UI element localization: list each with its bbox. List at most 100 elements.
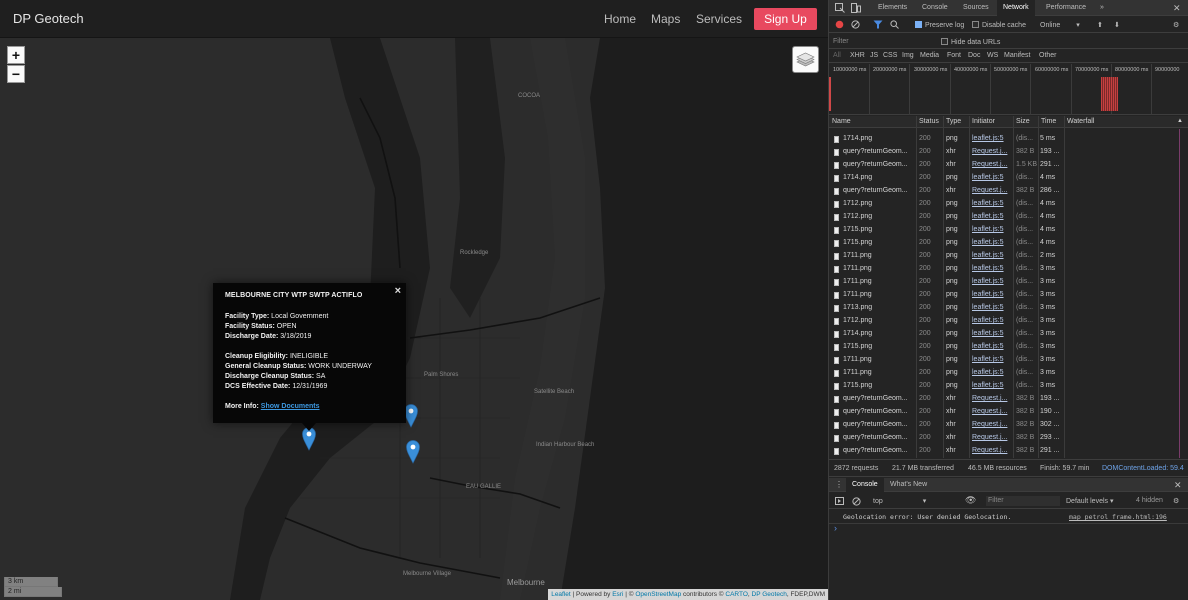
- request-row[interactable]: query?returnGeom... 200 xhr Request.j... 382…: [829, 393, 1188, 406]
- attribution-dpgeotech-link[interactable]: DP Geotech: [752, 591, 787, 598]
- device-toggle-icon[interactable]: [851, 3, 861, 13]
- request-initiator-link[interactable]: leaflet.js:5: [972, 252, 1004, 259]
- column-waterfall[interactable]: Waterfall: [1067, 118, 1094, 125]
- request-row[interactable]: 1715.png 200 png leaflet.js:5 (dis... 4 ms: [829, 237, 1188, 250]
- signup-button[interactable]: Sign Up: [754, 8, 817, 30]
- request-initiator-link[interactable]: leaflet.js:5: [972, 174, 1004, 181]
- console-prompt[interactable]: ›: [834, 523, 837, 533]
- request-initiator-link[interactable]: leaflet.js:5: [972, 382, 1004, 389]
- preserve-log-checkbox[interactable]: Preserve log: [915, 21, 964, 29]
- request-row[interactable]: 1715.png 200 png leaflet.js:5 (dis... 3 ms: [829, 380, 1188, 393]
- close-drawer-icon[interactable]: ✕: [1174, 478, 1182, 492]
- attribution-leaflet-link[interactable]: Leaflet: [551, 591, 571, 598]
- column-type[interactable]: Type: [946, 118, 961, 125]
- request-initiator-link[interactable]: Request.j...: [972, 187, 1007, 194]
- type-filter-other[interactable]: Other: [1039, 52, 1057, 59]
- brand-logo[interactable]: DP Geotech: [13, 11, 84, 26]
- request-row[interactable]: 1711.png 200 png leaflet.js:5 (dis... 3 ms: [829, 289, 1188, 302]
- request-row[interactable]: query?returnGeom... 200 xhr Request.j... 382…: [829, 185, 1188, 198]
- request-row[interactable]: query?returnGeom... 200 xhr Request.j... 382…: [829, 146, 1188, 159]
- request-row[interactable]: query?returnGeom... 200 xhr Request.j... 1.5…: [829, 159, 1188, 172]
- drawer-tab-whats-new[interactable]: What's New: [890, 478, 927, 492]
- show-documents-link[interactable]: Show Documents: [261, 403, 320, 410]
- request-row[interactable]: 1714.png 200 png leaflet.js:5 (dis... 4 ms: [829, 172, 1188, 185]
- request-row[interactable]: 1711.png 200 png leaflet.js:5 (dis... 2 ms: [829, 250, 1188, 263]
- tab-performance[interactable]: Performance: [1046, 0, 1086, 16]
- request-row[interactable]: query?returnGeom... 200 xhr Request.j... 382…: [829, 419, 1188, 432]
- context-select[interactable]: top ▾: [873, 497, 926, 505]
- type-filter-manifest[interactable]: Manifest: [1004, 52, 1030, 59]
- type-filter-media[interactable]: Media: [920, 52, 939, 59]
- request-initiator-link[interactable]: leaflet.js:5: [972, 330, 1004, 337]
- drawer-tab-console[interactable]: Console: [846, 478, 884, 492]
- attribution-esri-link[interactable]: Esri: [612, 591, 623, 598]
- request-row[interactable]: 1712.png 200 png leaflet.js:5 (dis... 3 ms: [829, 315, 1188, 328]
- record-icon[interactable]: [835, 20, 844, 29]
- attribution-carto-link[interactable]: CARTO: [725, 591, 748, 598]
- request-row[interactable]: 1714.png 200 png leaflet.js:5 (dis... 5 ms: [829, 133, 1188, 146]
- zoom-out-button[interactable]: −: [7, 65, 25, 83]
- request-initiator-link[interactable]: Request.j...: [972, 395, 1007, 402]
- map-marker[interactable]: [404, 404, 418, 428]
- request-initiator-link[interactable]: leaflet.js:5: [972, 200, 1004, 207]
- request-row[interactable]: 1711.png 200 png leaflet.js:5 (dis... 3 ms: [829, 367, 1188, 380]
- log-levels-select[interactable]: Default levels ▾: [1066, 497, 1114, 505]
- request-initiator-link[interactable]: leaflet.js:5: [972, 226, 1004, 233]
- request-initiator-link[interactable]: leaflet.js:5: [972, 278, 1004, 285]
- attribution-osm-link[interactable]: OpenStreetMap: [635, 591, 681, 598]
- console-settings-gear-icon[interactable]: ⚙: [1173, 497, 1179, 505]
- request-initiator-link[interactable]: Request.j...: [972, 421, 1007, 428]
- zoom-in-button[interactable]: +: [7, 46, 25, 64]
- clear-icon[interactable]: [851, 20, 860, 29]
- request-row[interactable]: 1713.png 200 png leaflet.js:5 (dis... 3 ms: [829, 302, 1188, 315]
- column-size[interactable]: Size: [1016, 118, 1030, 125]
- nav-maps[interactable]: Maps: [651, 12, 680, 26]
- export-har-icon[interactable]: ⬇: [1114, 21, 1120, 29]
- inspect-icon[interactable]: [835, 3, 845, 13]
- hide-data-urls-checkbox[interactable]: Hide data URLs: [941, 38, 1000, 46]
- request-initiator-link[interactable]: leaflet.js:5: [972, 213, 1004, 220]
- layers-button[interactable]: [792, 46, 819, 73]
- console-message-source-link[interactable]: map_petrol_frame.html:196: [1069, 513, 1167, 521]
- request-initiator-link[interactable]: leaflet.js:5: [972, 291, 1004, 298]
- request-row[interactable]: 1711.png 200 png leaflet.js:5 (dis... 3 ms: [829, 263, 1188, 276]
- request-initiator-link[interactable]: leaflet.js:5: [972, 317, 1004, 324]
- tab-network[interactable]: Network: [997, 0, 1035, 16]
- request-initiator-link[interactable]: Request.j...: [972, 148, 1007, 155]
- request-initiator-link[interactable]: leaflet.js:5: [972, 356, 1004, 363]
- request-initiator-link[interactable]: Request.j...: [972, 434, 1007, 441]
- type-filter-all[interactable]: All: [833, 52, 841, 59]
- request-row[interactable]: 1712.png 200 png leaflet.js:5 (dis... 4 ms: [829, 198, 1188, 211]
- request-initiator-link[interactable]: Request.j...: [972, 447, 1007, 454]
- type-filter-img[interactable]: Img: [902, 52, 914, 59]
- type-filter-ws[interactable]: WS: [987, 52, 998, 59]
- request-row[interactable]: query?returnGeom... 200 xhr Request.j... 382…: [829, 406, 1188, 419]
- column-time[interactable]: Time: [1041, 118, 1056, 125]
- type-filter-css[interactable]: CSS: [883, 52, 897, 59]
- tab-console[interactable]: Console: [922, 0, 948, 16]
- tab-elements[interactable]: Elements: [878, 0, 907, 16]
- type-filter-doc[interactable]: Doc: [968, 52, 980, 59]
- request-initiator-link[interactable]: leaflet.js:5: [972, 265, 1004, 272]
- request-initiator-link[interactable]: Request.j...: [972, 161, 1007, 168]
- request-initiator-link[interactable]: leaflet.js:5: [972, 304, 1004, 311]
- request-row[interactable]: query?returnGeom... 200 xhr Request.j... 382…: [829, 445, 1188, 458]
- column-initiator[interactable]: Initiator: [972, 118, 995, 125]
- map-marker[interactable]: [406, 440, 420, 464]
- request-table-body[interactable]: 1714.png 200 png leaflet.js:5 (dis... 5 ms que…: [829, 129, 1188, 458]
- nav-home[interactable]: Home: [604, 12, 636, 26]
- network-overview-timeline[interactable]: 10000000 ms 20000000 ms 30000000 ms 4000…: [829, 64, 1188, 115]
- request-initiator-link[interactable]: leaflet.js:5: [972, 135, 1004, 142]
- type-filter-js[interactable]: JS: [870, 52, 878, 59]
- request-row[interactable]: 1715.png 200 png leaflet.js:5 (dis... 3 ms: [829, 341, 1188, 354]
- request-initiator-link[interactable]: leaflet.js:5: [972, 369, 1004, 376]
- nav-services[interactable]: Services: [696, 12, 742, 26]
- request-row[interactable]: 1714.png 200 png leaflet.js:5 (dis... 3 ms: [829, 328, 1188, 341]
- request-initiator-link[interactable]: leaflet.js:5: [972, 239, 1004, 246]
- map-canvas[interactable]: + − COCOA Rockledge Palm Shores Satellit…: [0, 38, 828, 600]
- request-initiator-link[interactable]: leaflet.js:5: [972, 343, 1004, 350]
- column-status[interactable]: Status: [919, 118, 939, 125]
- import-har-icon[interactable]: ⬆: [1097, 21, 1103, 29]
- filter-icon[interactable]: [873, 20, 883, 29]
- tab-sources[interactable]: Sources: [963, 0, 989, 16]
